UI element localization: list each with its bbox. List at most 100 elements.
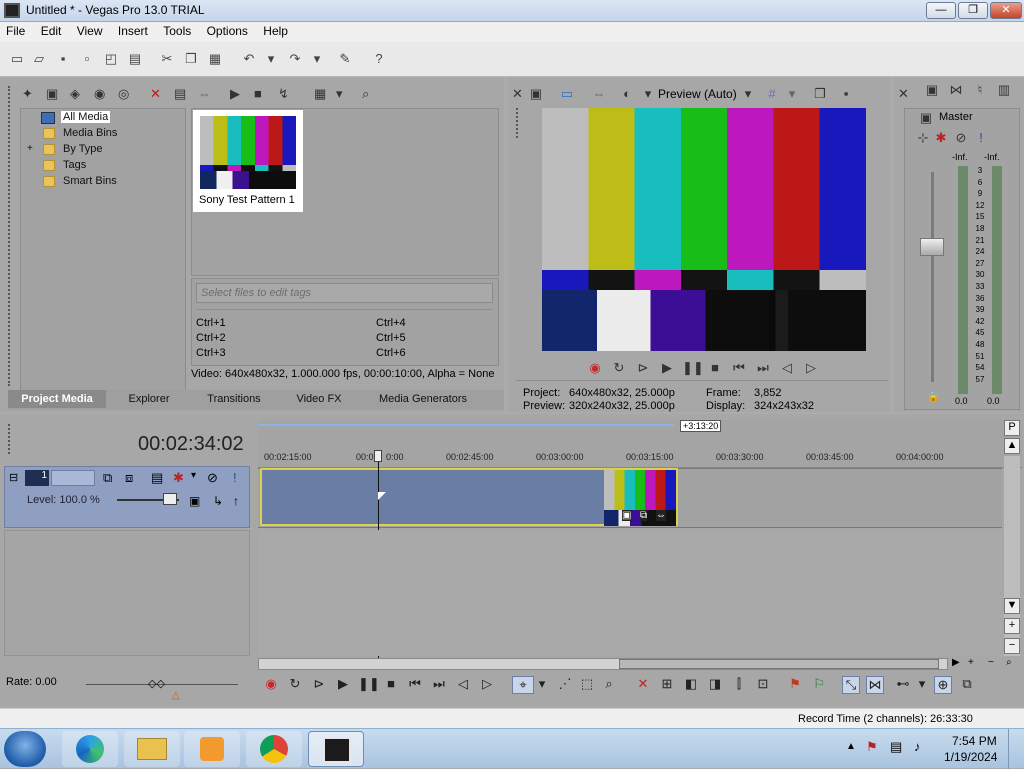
insert-fx-icon[interactable]: ✱ bbox=[934, 130, 948, 146]
level-slider-thumb[interactable] bbox=[163, 493, 177, 505]
views-dropdown-icon[interactable]: ▾ bbox=[336, 86, 343, 102]
render-icon[interactable]: ◰ bbox=[102, 51, 120, 67]
start-button[interactable] bbox=[4, 731, 46, 767]
timeline-cursor-time[interactable]: 00:02:34:02 bbox=[138, 433, 244, 456]
views-icon[interactable]: ▦ bbox=[314, 86, 326, 102]
tree-item-tags[interactable]: Tags bbox=[63, 159, 86, 171]
tree-item-all-media[interactable]: All Media bbox=[61, 111, 111, 123]
tag-input[interactable]: Select files to edit tags bbox=[196, 283, 493, 303]
make-compositing-child-icon[interactable]: ↳ bbox=[213, 494, 223, 508]
action-center-icon[interactable]: ⚑ bbox=[866, 739, 878, 755]
event-media-fx-icon[interactable]: ⇔ bbox=[656, 510, 666, 521]
compositing-mode-icon[interactable]: ▤ bbox=[151, 470, 163, 486]
undo-dropdown-icon[interactable]: ▾ bbox=[262, 51, 280, 67]
tab-transitions[interactable]: Transitions bbox=[192, 390, 276, 408]
next-frame-icon[interactable]: ▷ bbox=[802, 360, 820, 376]
menu-options[interactable]: Options bbox=[201, 22, 254, 38]
scroll-up-button[interactable]: ▲ bbox=[1004, 438, 1020, 454]
normal-edit-tool-icon[interactable]: ⌖ bbox=[512, 676, 534, 694]
stop-icon[interactable]: ■ bbox=[706, 360, 724, 376]
close-pane-icon[interactable]: ✕ bbox=[512, 86, 523, 102]
menu-view[interactable]: View bbox=[71, 22, 109, 38]
preview-quality[interactable]: Preview (Auto) bbox=[658, 87, 737, 101]
volume-fader[interactable] bbox=[920, 238, 944, 256]
previous-frame-icon[interactable]: ◁ bbox=[778, 360, 796, 376]
help-pointer-icon[interactable]: ? bbox=[370, 51, 388, 67]
lock-icon[interactable]: 🔒 bbox=[927, 392, 939, 403]
media-properties-icon[interactable]: ▤ bbox=[174, 86, 186, 102]
go-to-start-icon[interactable]: ⏮ bbox=[406, 676, 424, 692]
split-screen-icon[interactable]: ◐ bbox=[618, 86, 636, 102]
insert-region-icon[interactable]: ⚐ bbox=[810, 676, 828, 692]
scroll-right-icon[interactable]: ▶ bbox=[952, 657, 960, 668]
loop-region-bar[interactable] bbox=[258, 424, 674, 426]
event-pan-crop-icon[interactable]: ⧉ bbox=[640, 510, 648, 521]
open-icon[interactable]: ▱ bbox=[30, 51, 48, 67]
play-media-icon[interactable]: ▶ bbox=[230, 86, 240, 102]
network-icon[interactable]: ▤ bbox=[890, 739, 902, 755]
minimize-button[interactable]: — bbox=[926, 2, 956, 19]
save-as-icon[interactable]: ▫ bbox=[78, 51, 96, 67]
horizontal-scroll-thumb[interactable] bbox=[619, 659, 939, 669]
track-fx-gear-icon[interactable]: ✱ bbox=[173, 470, 184, 486]
edit-tool-dropdown-icon[interactable]: ▾ bbox=[536, 676, 548, 692]
rate-slider-thumb[interactable]: ◇◇ bbox=[148, 677, 165, 690]
event-fx-icon[interactable]: ▣ bbox=[622, 510, 632, 521]
new-icon[interactable]: ▭ bbox=[8, 51, 26, 67]
paste-icon[interactable]: ▦ bbox=[206, 51, 224, 67]
tab-media-generators[interactable]: Media Generators bbox=[362, 390, 484, 408]
go-to-end-icon[interactable]: ⏭ bbox=[754, 360, 772, 376]
expand-icon[interactable]: + bbox=[27, 143, 33, 154]
track-fx-icon[interactable]: ⧈ bbox=[125, 470, 133, 486]
maximize-button[interactable]: ❐ bbox=[958, 2, 988, 19]
downmix-icon[interactable]: ⋈ bbox=[948, 82, 964, 98]
selection-tool-icon[interactable]: ⬚ bbox=[578, 676, 596, 692]
redo-icon[interactable]: ↷ bbox=[286, 51, 304, 67]
record-icon[interactable]: ◉ bbox=[262, 676, 280, 692]
overlays-icon[interactable]: # bbox=[764, 86, 780, 102]
track-collapse-icon[interactable]: ⊟ bbox=[9, 471, 18, 484]
close-button[interactable]: ✕ bbox=[990, 2, 1022, 19]
delete-icon[interactable]: ✕ bbox=[634, 676, 652, 692]
trim-start-icon[interactable]: ◧ bbox=[682, 676, 700, 692]
pause-icon[interactable]: ❚❚ bbox=[358, 676, 380, 692]
copy-snapshot-icon[interactable]: ❐ bbox=[812, 86, 828, 102]
mixer-properties-icon[interactable]: ▣ bbox=[924, 82, 940, 98]
play-from-start-icon[interactable]: ⊳ bbox=[634, 360, 652, 376]
track-fx-dropdown-icon[interactable]: ▾ bbox=[191, 470, 196, 481]
search-media-icon[interactable]: ◎ bbox=[118, 86, 129, 102]
previous-frame-icon[interactable]: ◁ bbox=[454, 676, 472, 692]
auto-ripple-icon[interactable]: ⤡ bbox=[842, 676, 860, 694]
pause-icon[interactable]: ❚❚ bbox=[682, 360, 704, 376]
trim-icon[interactable]: ⊞ bbox=[658, 676, 676, 692]
remove-icon[interactable]: ✕ bbox=[150, 86, 161, 102]
tree-item-by-type[interactable]: By Type bbox=[63, 143, 103, 155]
tree-item-media-bins[interactable]: Media Bins bbox=[63, 127, 117, 139]
scroll-down-button[interactable]: ▼ bbox=[1004, 598, 1020, 614]
zoom-tool-icon[interactable]: ⌕ bbox=[1006, 657, 1012, 668]
edge-taskbar-button[interactable] bbox=[62, 731, 118, 767]
record-icon[interactable]: ◉ bbox=[586, 360, 604, 376]
clock-time[interactable]: 7:54 PM bbox=[952, 734, 997, 748]
explorer-taskbar-button[interactable] bbox=[124, 731, 180, 767]
media-fx-icon[interactable]: ⇔ bbox=[198, 86, 211, 102]
dim-output-icon[interactable]: ♮ bbox=[972, 82, 988, 98]
show-hidden-icons[interactable]: ▲ bbox=[846, 741, 856, 752]
playhead-handle[interactable] bbox=[374, 450, 382, 462]
compositing-child-icon[interactable]: ▣ bbox=[189, 494, 200, 508]
menu-edit[interactable]: Edit bbox=[35, 22, 68, 38]
track-solo-icon[interactable]: ! bbox=[233, 470, 237, 485]
capture-icon[interactable]: ▣ bbox=[46, 86, 58, 102]
redo-dropdown-icon[interactable]: ▾ bbox=[308, 51, 326, 67]
stop-media-icon[interactable]: ■ bbox=[254, 86, 262, 102]
zoom-in-horizontal[interactable]: + bbox=[968, 657, 974, 668]
save-icon[interactable]: ▪ bbox=[54, 51, 72, 67]
close-mixer-icon[interactable]: ✕ bbox=[898, 86, 909, 102]
play-icon[interactable]: ▶ bbox=[658, 360, 676, 376]
play-from-start-icon[interactable]: ⊳ bbox=[310, 676, 328, 692]
tab-video-fx[interactable]: Video FX bbox=[282, 390, 356, 408]
menu-file[interactable]: File bbox=[0, 22, 31, 38]
vegas-taskbar-button[interactable] bbox=[308, 731, 364, 767]
split-icon[interactable]: ⫿ bbox=[730, 676, 748, 692]
tree-item-smart-bins[interactable]: Smart Bins bbox=[63, 175, 117, 187]
